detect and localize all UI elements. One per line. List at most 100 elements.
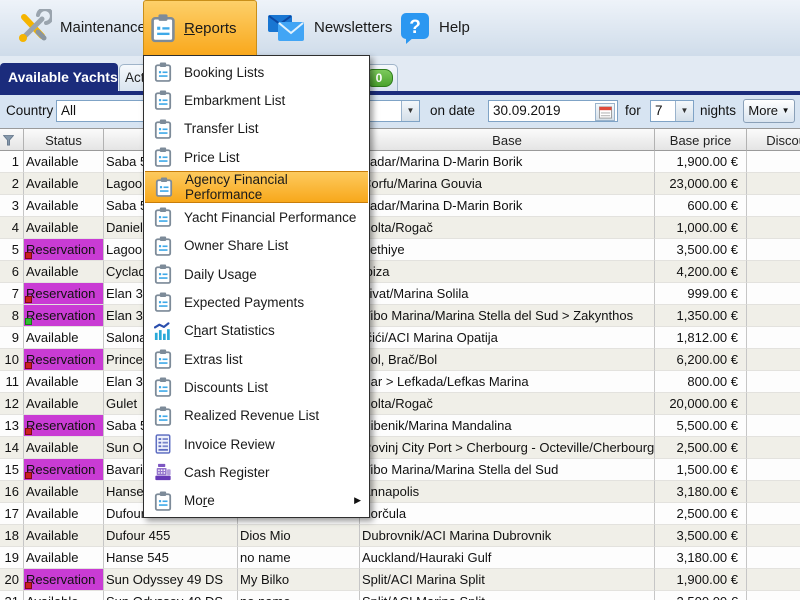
table-row[interactable]: 5 Reservation Lagoon 450 Fethiye 3,500.0… <box>0 239 800 261</box>
status-marker-icon <box>25 296 32 303</box>
menu-item[interactable]: Chart Statistics ▶ <box>144 317 369 345</box>
status-cell: Reservation <box>24 283 104 305</box>
menu-item[interactable]: Price List ▶ <box>144 143 369 171</box>
table-row[interactable]: 20 Reservation Sun Odyssey 49 DS My Bilk… <box>0 569 800 591</box>
menu-item-label: Realized Revenue List <box>184 408 319 423</box>
tab-bar: Available Yachts Act 0 <box>0 56 800 95</box>
table-row[interactable]: 19 Available Hanse 545 no name Auckland/… <box>0 547 800 569</box>
table-row[interactable]: 10 Reservation Princess Bol, Brač/Bol 6,… <box>0 349 800 371</box>
menu-item[interactable]: Invoice Review ▶ <box>144 430 369 458</box>
help-button[interactable]: ? Help <box>393 0 476 55</box>
table-row[interactable]: 6 Available Cyclades 50.5 Ibiza 4,200.00… <box>0 261 800 283</box>
table-row[interactable]: 15 Reservation Bavaria 46 Vibo Marina/Ma… <box>0 459 800 481</box>
menu-item-label: Yacht Financial Performance <box>184 210 356 225</box>
menu-item-icon <box>155 177 173 197</box>
menu-item-label: Invoice Review <box>184 437 275 452</box>
table-row[interactable]: 8 Reservation Elan 340 Vibo Marina/Marin… <box>0 305 800 327</box>
column-header-num[interactable] <box>0 128 24 151</box>
status-label: Reservation <box>26 308 95 323</box>
column-header-base-price[interactable]: Base price <box>655 128 747 151</box>
discount-cell <box>747 569 800 591</box>
base-cell: Zadar/Marina D-Marin Borik <box>360 195 655 217</box>
reports-button[interactable]: Reports <box>143 0 257 55</box>
menu-item[interactable]: Transfer List ▶ <box>144 115 369 143</box>
menu-item-icon <box>154 462 172 482</box>
base-cell: Šolta/Rogač <box>360 217 655 239</box>
table-row[interactable]: 11 Available Elan 340 Bar > Lefkada/Lefk… <box>0 371 800 393</box>
chevron-down-icon[interactable]: ▼ <box>675 101 693 121</box>
table-row[interactable]: 3 Available Saba 50 Zadar/Marina D-Marin… <box>0 195 800 217</box>
base-price-cell: 5,500.00 € <box>655 415 747 437</box>
menu-item[interactable]: Owner Share List ▶ <box>144 232 369 260</box>
menu-item-label: Transfer List <box>184 121 259 136</box>
base-cell: Split/ACI Marina Split <box>360 591 655 600</box>
discount-cell <box>747 503 800 525</box>
table-row[interactable]: 14 Available Sun Odyssey Rovinj City Por… <box>0 437 800 459</box>
status-cell: Available <box>24 547 104 569</box>
menu-item[interactable]: Discounts List ▶ <box>144 373 369 401</box>
discount-cell <box>747 239 800 261</box>
base-cell: Ičići/ACI Marina Opatija <box>360 327 655 349</box>
menu-item-label: Cash Register <box>184 465 270 480</box>
base-price-cell: 2,500.00 € <box>655 591 747 600</box>
maintenance-button[interactable]: Maintenance <box>8 0 152 55</box>
table-row[interactable]: 4 Available Daniela Šolta/Rogač 1,000.00… <box>0 217 800 239</box>
yacht-name-cell: no name <box>238 547 360 569</box>
nights-label: nights <box>700 103 736 118</box>
table-row[interactable]: 9 Available Salona 44 Ičići/ACI Marina O… <box>0 327 800 349</box>
newsletters-button[interactable]: Newsletters <box>260 0 398 55</box>
calendar-button[interactable] <box>595 103 615 121</box>
table-row[interactable]: 18 Available Dufour 455 Dios Mio Dubrovn… <box>0 525 800 547</box>
menu-item[interactable]: Agency Financial Performance ▶ <box>145 171 368 203</box>
status-label: Available <box>26 330 79 345</box>
table-row[interactable]: 2 Available Lagoon 450 Corfu/Marina Gouv… <box>0 173 800 195</box>
toolbar: Maintenance Reports Newsletters ? Help <box>0 0 800 57</box>
status-cell: Reservation <box>24 459 104 481</box>
base-cell: Ibiza <box>360 261 655 283</box>
nights-value: 7 <box>655 103 663 118</box>
more-label: More <box>748 103 778 118</box>
table-row[interactable]: 17 Available Dufour 455 Korčula 2,500.00… <box>0 503 800 525</box>
menu-item[interactable]: Yacht Financial Performance ▶ <box>144 203 369 231</box>
tab-available-yachts[interactable]: Available Yachts <box>0 63 118 91</box>
tab-label: Act <box>125 70 145 85</box>
base-price-cell: 3,500.00 € <box>655 239 747 261</box>
menu-item[interactable]: Daily Usage ▶ <box>144 260 369 288</box>
menu-item[interactable]: Realized Revenue List ▶ <box>144 402 369 430</box>
chevron-down-icon[interactable]: ▼ <box>401 101 419 121</box>
status-cell: Available <box>24 393 104 415</box>
menu-item-icon <box>154 349 172 369</box>
discount-cell <box>747 459 800 481</box>
table-row[interactable]: 12 Available Gulet Šolta/Rogač 20,000.00… <box>0 393 800 415</box>
status-cell: Available <box>24 195 104 217</box>
menu-item-icon <box>154 264 172 284</box>
status-label: Available <box>26 550 79 565</box>
status-label: Reservation <box>26 352 95 367</box>
table-row[interactable]: 13 Reservation Saba 50 Šibenik/Marina Ma… <box>0 415 800 437</box>
table-row[interactable]: 1 Available Saba 50 Zadar/Marina D-Marin… <box>0 151 800 173</box>
menu-item[interactable]: Embarkment List ▶ <box>144 86 369 114</box>
table-row[interactable]: 21 Available Sun Odyssey 49 DS no name S… <box>0 591 800 600</box>
column-header-discount[interactable]: Discount <box>747 128 800 151</box>
yacht-name-cell: Dios Mio <box>238 525 360 547</box>
column-header-base[interactable]: Base <box>360 128 655 151</box>
more-filters-button[interactable]: More ▼ <box>743 99 795 123</box>
date-input[interactable]: 30.09.2019 <box>488 100 618 122</box>
menu-item[interactable]: More ▶ <box>144 487 369 515</box>
menu-item[interactable]: Cash Register ▶ <box>144 458 369 486</box>
model-cell: Hanse 545 <box>104 547 238 569</box>
base-cell: Korčula <box>360 503 655 525</box>
table-row[interactable]: 16 Available Hanse 545 Annapolis 3,180.0… <box>0 481 800 503</box>
row-number-cell: 6 <box>0 261 24 283</box>
base-cell: Vibo Marina/Marina Stella del Sud > Zaky… <box>360 305 655 327</box>
base-price-cell: 2,500.00 € <box>655 503 747 525</box>
table-row[interactable]: 7 Reservation Elan 340 Tivat/Marina Soli… <box>0 283 800 305</box>
menu-item[interactable]: Extras list ▶ <box>144 345 369 373</box>
column-header-status[interactable]: Status <box>24 128 104 151</box>
newsletters-label: Newsletters <box>314 19 392 36</box>
nights-select[interactable]: 7 ▼ <box>650 100 694 122</box>
menu-item[interactable]: Expected Payments ▶ <box>144 288 369 316</box>
menu-item[interactable]: Booking Lists ▶ <box>144 58 369 86</box>
status-label: Available <box>26 264 79 279</box>
row-number-cell: 13 <box>0 415 24 437</box>
